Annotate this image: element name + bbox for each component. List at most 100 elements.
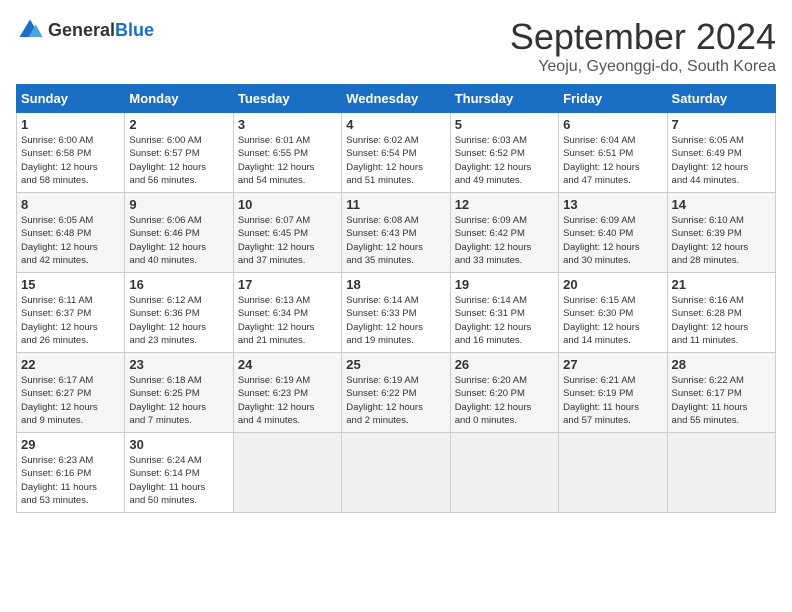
logo: GeneralBlue <box>16 16 154 44</box>
calendar-week-row: 15 Sunrise: 6:11 AM Sunset: 6:37 PM Dayli… <box>17 273 776 353</box>
day-number: 19 <box>455 277 554 292</box>
calendar-header-tuesday: Tuesday <box>233 85 341 113</box>
day-number: 22 <box>21 357 120 372</box>
calendar-day-cell: 29 Sunrise: 6:23 AM Sunset: 6:16 PM Dayli… <box>17 433 125 513</box>
calendar-day-cell: 9 Sunrise: 6:06 AM Sunset: 6:46 PM Daylig… <box>125 193 233 273</box>
day-info: Sunrise: 6:09 AM Sunset: 6:42 PM Dayligh… <box>455 214 554 267</box>
day-number: 20 <box>563 277 662 292</box>
day-number: 27 <box>563 357 662 372</box>
calendar-day-cell <box>559 433 667 513</box>
calendar-header-thursday: Thursday <box>450 85 558 113</box>
day-info: Sunrise: 6:05 AM Sunset: 6:48 PM Dayligh… <box>21 214 120 267</box>
title-area: September 2024 Yeoju, Gyeonggi-do, South… <box>510 16 776 76</box>
calendar-day-cell: 14 Sunrise: 6:10 AM Sunset: 6:39 PM Dayli… <box>667 193 775 273</box>
calendar-day-cell: 10Sunrise: 6:07 AM Sunset: 6:45 PM Dayli… <box>233 193 341 273</box>
day-number: 30 <box>129 437 228 452</box>
calendar-body: 1 Sunrise: 6:00 AM Sunset: 6:58 PM Daylig… <box>17 113 776 513</box>
calendar-day-cell <box>233 433 341 513</box>
day-number: 5 <box>455 117 554 132</box>
day-info: Sunrise: 6:15 AM Sunset: 6:30 PM Dayligh… <box>563 294 662 347</box>
calendar-day-cell: 13Sunrise: 6:09 AM Sunset: 6:40 PM Dayli… <box>559 193 667 273</box>
calendar-day-cell: 6 Sunrise: 6:04 AM Sunset: 6:51 PM Daylig… <box>559 113 667 193</box>
day-info: Sunrise: 6:04 AM Sunset: 6:51 PM Dayligh… <box>563 134 662 187</box>
calendar-day-cell: 4 Sunrise: 6:02 AM Sunset: 6:54 PM Daylig… <box>342 113 450 193</box>
day-number: 23 <box>129 357 228 372</box>
logo-text-blue: Blue <box>115 20 154 40</box>
day-number: 18 <box>346 277 445 292</box>
day-info: Sunrise: 6:13 AM Sunset: 6:34 PM Dayligh… <box>238 294 337 347</box>
day-info: Sunrise: 6:20 AM Sunset: 6:20 PM Dayligh… <box>455 374 554 427</box>
day-info: Sunrise: 6:00 AM Sunset: 6:58 PM Dayligh… <box>21 134 120 187</box>
day-info: Sunrise: 6:11 AM Sunset: 6:37 PM Dayligh… <box>21 294 120 347</box>
day-number: 2 <box>129 117 228 132</box>
calendar-table: SundayMondayTuesdayWednesdayThursdayFrid… <box>16 84 776 513</box>
calendar-header-wednesday: Wednesday <box>342 85 450 113</box>
day-info: Sunrise: 6:10 AM Sunset: 6:39 PM Dayligh… <box>672 214 771 267</box>
day-info: Sunrise: 6:00 AM Sunset: 6:57 PM Dayligh… <box>129 134 228 187</box>
day-number: 13 <box>563 197 662 212</box>
calendar-day-cell: 17 Sunrise: 6:13 AM Sunset: 6:34 PM Dayli… <box>233 273 341 353</box>
day-info: Sunrise: 6:23 AM Sunset: 6:16 PM Dayligh… <box>21 454 120 507</box>
day-number: 9 <box>129 197 228 212</box>
calendar-header-friday: Friday <box>559 85 667 113</box>
calendar-week-row: 22 Sunrise: 6:17 AM Sunset: 6:27 PM Dayli… <box>17 353 776 433</box>
day-info: Sunrise: 6:02 AM Sunset: 6:54 PM Dayligh… <box>346 134 445 187</box>
day-info: Sunrise: 6:03 AM Sunset: 6:52 PM Dayligh… <box>455 134 554 187</box>
day-info: Sunrise: 6:22 AM Sunset: 6:17 PM Dayligh… <box>672 374 771 427</box>
day-info: Sunrise: 6:19 AM Sunset: 6:22 PM Dayligh… <box>346 374 445 427</box>
day-number: 15 <box>21 277 120 292</box>
logo-text-general: General <box>48 20 115 40</box>
calendar-day-cell: 30 Sunrise: 6:24 AM Sunset: 6:14 PM Dayli… <box>125 433 233 513</box>
subtitle: Yeoju, Gyeonggi-do, South Korea <box>510 58 776 76</box>
day-number: 24 <box>238 357 337 372</box>
calendar-day-cell: 27 Sunrise: 6:21 AM Sunset: 6:19 PM Dayli… <box>559 353 667 433</box>
calendar-day-cell <box>450 433 558 513</box>
calendar-day-cell: 23 Sunrise: 6:18 AM Sunset: 6:25 PM Dayli… <box>125 353 233 433</box>
day-number: 21 <box>672 277 771 292</box>
day-number: 1 <box>21 117 120 132</box>
calendar-day-cell <box>342 433 450 513</box>
calendar-day-cell: 12 Sunrise: 6:09 AM Sunset: 6:42 PM Dayli… <box>450 193 558 273</box>
day-info: Sunrise: 6:01 AM Sunset: 6:55 PM Dayligh… <box>238 134 337 187</box>
day-number: 6 <box>563 117 662 132</box>
calendar-day-cell: 7 Sunrise: 6:05 AM Sunset: 6:49 PM Daylig… <box>667 113 775 193</box>
calendar-day-cell: 18 Sunrise: 6:14 AM Sunset: 6:33 PM Dayli… <box>342 273 450 353</box>
calendar-day-cell: 20 Sunrise: 6:15 AM Sunset: 6:30 PM Dayli… <box>559 273 667 353</box>
day-number: 4 <box>346 117 445 132</box>
calendar-day-cell: 22 Sunrise: 6:17 AM Sunset: 6:27 PM Dayli… <box>17 353 125 433</box>
day-number: 26 <box>455 357 554 372</box>
calendar-week-row: 8Sunrise: 6:05 AM Sunset: 6:48 PM Daylig… <box>17 193 776 273</box>
day-number: 14 <box>672 197 771 212</box>
calendar-day-cell: 19 Sunrise: 6:14 AM Sunset: 6:31 PM Dayli… <box>450 273 558 353</box>
day-info: Sunrise: 6:18 AM Sunset: 6:25 PM Dayligh… <box>129 374 228 427</box>
calendar-header-sunday: Sunday <box>17 85 125 113</box>
calendar-day-cell <box>667 433 775 513</box>
day-info: Sunrise: 6:16 AM Sunset: 6:28 PM Dayligh… <box>672 294 771 347</box>
day-info: Sunrise: 6:14 AM Sunset: 6:31 PM Dayligh… <box>455 294 554 347</box>
calendar-day-cell: 3Sunrise: 6:01 AM Sunset: 6:55 PM Daylig… <box>233 113 341 193</box>
day-number: 7 <box>672 117 771 132</box>
day-info: Sunrise: 6:21 AM Sunset: 6:19 PM Dayligh… <box>563 374 662 427</box>
calendar-day-cell: 26 Sunrise: 6:20 AM Sunset: 6:20 PM Dayli… <box>450 353 558 433</box>
calendar-day-cell: 8Sunrise: 6:05 AM Sunset: 6:48 PM Daylig… <box>17 193 125 273</box>
day-info: Sunrise: 6:08 AM Sunset: 6:43 PM Dayligh… <box>346 214 445 267</box>
calendar-header-row: SundayMondayTuesdayWednesdayThursdayFrid… <box>17 85 776 113</box>
month-title: September 2024 <box>510 16 776 58</box>
day-info: Sunrise: 6:12 AM Sunset: 6:36 PM Dayligh… <box>129 294 228 347</box>
day-number: 17 <box>238 277 337 292</box>
calendar-day-cell: 21 Sunrise: 6:16 AM Sunset: 6:28 PM Dayli… <box>667 273 775 353</box>
calendar-week-row: 1 Sunrise: 6:00 AM Sunset: 6:58 PM Daylig… <box>17 113 776 193</box>
day-info: Sunrise: 6:17 AM Sunset: 6:27 PM Dayligh… <box>21 374 120 427</box>
day-number: 12 <box>455 197 554 212</box>
page-header: GeneralBlue September 2024 Yeoju, Gyeong… <box>16 16 776 76</box>
day-info: Sunrise: 6:14 AM Sunset: 6:33 PM Dayligh… <box>346 294 445 347</box>
day-info: Sunrise: 6:24 AM Sunset: 6:14 PM Dayligh… <box>129 454 228 507</box>
day-number: 28 <box>672 357 771 372</box>
calendar-header-monday: Monday <box>125 85 233 113</box>
day-number: 16 <box>129 277 228 292</box>
day-info: Sunrise: 6:06 AM Sunset: 6:46 PM Dayligh… <box>129 214 228 267</box>
calendar-header-saturday: Saturday <box>667 85 775 113</box>
day-info: Sunrise: 6:05 AM Sunset: 6:49 PM Dayligh… <box>672 134 771 187</box>
day-number: 29 <box>21 437 120 452</box>
day-info: Sunrise: 6:19 AM Sunset: 6:23 PM Dayligh… <box>238 374 337 427</box>
